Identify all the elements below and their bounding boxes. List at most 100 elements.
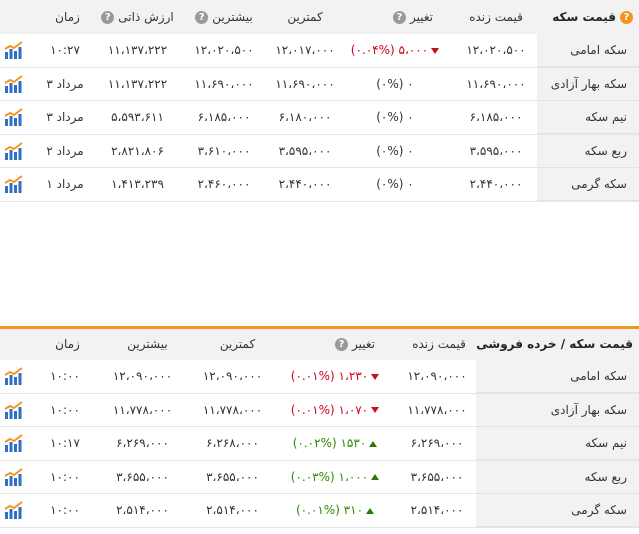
cell-time: ۱۰:۰۰ — [50, 469, 80, 484]
cell-max: ۱۲،۰۹۰،۰۰۰ — [112, 369, 173, 383]
help-icon[interactable]: ? — [195, 11, 209, 24]
cell-time: ۱۰:۰۰ — [50, 369, 80, 383]
cell-change: (۰%) ۰ — [340, 68, 450, 101]
cell-min: ۱۱،۶۹۰،۰۰۰ — [275, 76, 335, 91]
chart-icon[interactable] — [4, 467, 24, 486]
cell-max: ۲،۴۶۰،۰۰۰ — [197, 177, 251, 191]
col-change-header: ? تغییر — [370, 0, 456, 34]
cell-live: ۳،۵۹۵،۰۰۰ — [469, 143, 523, 158]
table-row: نیم سکه ۶،۲۶۹،۰۰۰ (۰.۰۲%) ۱۵۳۰ ۶،۲۶۸،۰۰۰ ۶،۲… — [0, 427, 639, 461]
cell-max: ۱۱،۶۹۰،۰۰۰ — [194, 76, 254, 91]
arrow-down-icon — [431, 47, 440, 54]
cell-live: ۱۱،۷۷۸،۰۰۰ — [407, 402, 467, 417]
cell-live: ۱۲،۰۹۰،۰۰۰ — [407, 369, 467, 383]
cell-time: ۳ مرداد — [46, 76, 84, 91]
cell-change: (۰.۰۱%) ۳۱۰ — [280, 494, 390, 527]
cell-intrinsic: ۱۱،۱۳۷،۲۲۲ — [107, 43, 168, 57]
col-live-header: قیمت زنده — [412, 337, 466, 351]
change-value: (۰.۰۱%) ۱،۰۷۰ — [290, 402, 369, 417]
change-value: (۰.۰۱%) ۳۱۰ — [295, 503, 364, 517]
cell-time: ۳ مرداد — [46, 110, 84, 124]
chart-icon[interactable] — [4, 74, 24, 93]
cell-min: ۶،۱۸۰،۰۰۰ — [278, 110, 332, 124]
chart-icon[interactable] — [4, 41, 24, 59]
help-icon[interactable]: ? — [335, 338, 348, 351]
cell-max: ۱۱،۷۷۸،۰۰۰ — [112, 402, 173, 417]
col-intrinsic-header: ? ارزش ذاتی — [95, 0, 180, 34]
table-row: سکه بهار آزادی ۱۱،۷۷۸،۰۰۰ (۰.۰۱%) ۱،۰۷۰ ۱۱،… — [0, 393, 639, 427]
panel-title: قیمت سکه / خرده فروشی — [476, 337, 633, 351]
arrow-down-icon — [371, 407, 380, 413]
cell-time: ۱ مرداد — [46, 177, 84, 191]
col-live-header: قیمت زنده — [469, 10, 523, 24]
cell-min: ۲،۵۱۴،۰۰۰ — [206, 503, 259, 517]
change-value: (۰%) ۰ — [376, 177, 414, 191]
col-change-header: ? تغییر — [312, 329, 398, 360]
cell-name: سکه بهار آزادی — [537, 67, 639, 101]
cell-time: ۱۰:۲۷ — [50, 43, 80, 57]
chart-icon[interactable] — [4, 434, 24, 452]
cell-min: ۶،۲۶۸،۰۰۰ — [206, 436, 259, 450]
cell-name: سکه امامی — [537, 34, 639, 67]
arrow-up-icon — [366, 507, 375, 514]
help-icon[interactable]: ? — [620, 11, 633, 24]
cell-max: ۲،۵۱۴،۰۰۰ — [116, 503, 169, 517]
col-intrinsic-label: ارزش ذاتی — [118, 10, 174, 24]
change-value: (۰.۰۴%) ۵،۰۰۰ — [350, 43, 429, 57]
help-icon[interactable]: ? — [393, 11, 406, 24]
cell-intrinsic: ۱،۴۱۳،۲۳۹ — [111, 177, 164, 191]
chart-icon[interactable] — [4, 501, 24, 519]
cell-time: ۱۰:۱۷ — [50, 436, 80, 450]
col-max-header: بیشترین — [127, 337, 168, 351]
table-row: ربع سکه ۳،۶۵۵،۰۰۰ (۰.۰۳%) ۱،۰۰۰ ۳،۶۵۵،۰۰۰ ۳،… — [0, 460, 639, 494]
cell-max: ۳،۶۱۰،۰۰۰ — [197, 143, 251, 158]
retail-price-header: قیمت سکه / خرده فروشی قیمت زنده ? تغییر ک… — [0, 326, 639, 360]
cell-live: ۶،۱۸۵،۰۰۰ — [469, 110, 523, 124]
cell-live: ۳،۶۵۵،۰۰۰ — [410, 469, 464, 484]
cell-min: ۱۲،۰۱۷،۰۰۰ — [275, 43, 335, 57]
cell-min: ۳،۵۹۵،۰۰۰ — [278, 143, 332, 158]
cell-name: سکه امامی — [476, 360, 639, 393]
arrow-up-icon — [371, 474, 380, 480]
coin-price-panel: قیمت سکه? قیمت زنده ? تغییر کمترین ? بیشتر… — [0, 0, 639, 202]
cell-time: ۲ مرداد — [46, 143, 84, 158]
cell-intrinsic: ۱۱،۱۳۷،۲۲۲ — [107, 76, 168, 91]
table-row: سکه گرمی ۲،۴۴۰،۰۰۰ (۰%) ۰ ۲،۴۴۰،۰۰۰ ۲،۴۶۰،۰۰… — [0, 168, 639, 202]
table-row: سکه بهار آزادی ۱۱،۶۹۰،۰۰۰ (۰%) ۰ ۱۱،۶۹۰،۰۰۰… — [0, 67, 639, 101]
change-value: (۰.۰۱%) ۱،۲۳۰ — [290, 369, 369, 383]
cell-change: (۰.۰۱%) ۱،۰۷۰ — [280, 394, 390, 427]
table-row: سکه امامی ۱۲،۰۹۰،۰۰۰ (۰.۰۱%) ۱،۲۳۰ ۱۲،۰۹۰،۰… — [0, 360, 639, 394]
cell-max: ۱۲،۰۲۰،۵۰۰ — [194, 43, 254, 57]
cell-change: (۰%) ۰ — [340, 168, 450, 201]
change-value: (۰%) ۰ — [376, 143, 414, 158]
cell-min: ۱۲،۰۹۰،۰۰۰ — [202, 369, 263, 383]
chart-icon[interactable] — [4, 367, 24, 385]
help-icon[interactable]: ? — [101, 11, 115, 24]
change-value: (۰.۰۲%) ۱۵۳۰ — [292, 436, 367, 450]
cell-change: (۰.۰۳%) ۱،۰۰۰ — [280, 461, 390, 494]
panel-title-cell: قیمت سکه? — [537, 0, 639, 34]
change-value: (۰%) ۰ — [376, 76, 414, 91]
chart-icon[interactable] — [4, 175, 24, 193]
cell-min: ۳،۶۵۵،۰۰۰ — [206, 469, 259, 484]
change-value: (۰.۰۳%) ۱،۰۰۰ — [290, 469, 369, 484]
panel-title: قیمت سکه — [552, 10, 616, 24]
table-row: سکه گرمی ۲،۵۱۴،۰۰۰ (۰.۰۱%) ۳۱۰ ۲،۵۱۴،۰۰۰ ۲،۵… — [0, 494, 639, 528]
chart-icon[interactable] — [4, 400, 24, 419]
arrow-down-icon — [371, 373, 380, 380]
cell-name: نیم سکه — [476, 427, 639, 460]
cell-name: ربع سکه — [476, 460, 639, 494]
chart-icon[interactable] — [4, 141, 24, 160]
cell-change: (۰.۰۱%) ۱،۲۳۰ — [280, 360, 390, 393]
change-value: (۰%) ۰ — [376, 110, 414, 124]
cell-max: ۶،۱۸۵،۰۰۰ — [197, 110, 251, 124]
chart-icon[interactable] — [4, 108, 24, 126]
cell-max: ۳،۶۵۵،۰۰۰ — [116, 469, 169, 484]
col-time-header: زمان — [55, 337, 80, 351]
cell-intrinsic: ۲،۸۲۱،۸۰۶ — [111, 143, 164, 158]
cell-live: ۲،۵۱۴،۰۰۰ — [410, 503, 464, 517]
cell-name: سکه گرمی — [537, 168, 639, 201]
cell-live: ۶،۲۶۹،۰۰۰ — [410, 436, 464, 450]
col-time-header: زمان — [55, 10, 80, 24]
cell-live: ۱۲،۰۲۰،۵۰۰ — [466, 43, 526, 57]
